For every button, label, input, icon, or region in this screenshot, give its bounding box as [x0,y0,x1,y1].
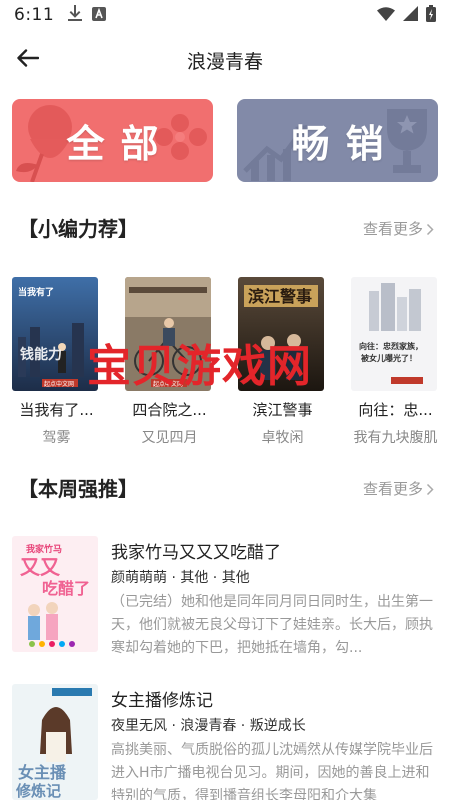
weekly-book-item[interactable]: 我家竹马 又又 吃醋了 我家竹马又又又吃醋了 颜萌萌萌 · 其他 · 其他 （已… [0,536,450,671]
editor-book-card[interactable]: 当我有了 钱能力 起点中文网 当我有了... 驾雾 [9,277,99,452]
download-icon [68,5,83,25]
svg-text:起点中文网: 起点中文网 [44,380,74,388]
category-bestseller-label: 畅销 [291,122,400,166]
book-description: 高挑美丽、气质脱俗的孤儿沈嫣然从传媒学院毕业后进入H市广播电视台见习。期间，因她… [111,742,433,800]
book-meta: 颜萌萌萌 · 其他 · 其他 [111,570,250,586]
book-author: 卓牧闲 [261,430,304,446]
status-bar: 6:11 [0,0,450,30]
category-all-button[interactable]: 全部 [12,99,213,182]
editor-book-card[interactable]: 向往：忠烈家族， 被女儿曝光了！ 向往：忠... 我有九块腹肌 [348,277,438,452]
category-bestseller-button[interactable]: 畅销 [237,99,438,182]
book-author: 驾雾 [42,430,71,446]
book-title: 女主播修炼记 [111,691,213,711]
book-cover: 女主播 修炼记 [12,684,98,800]
weekly-book-item[interactable]: 女主播 修炼记 女主播修炼记 夜里无风 · 浪漫青春 · 叛逆成长 高挑美丽、气… [0,684,450,800]
svg-text:钱能力: 钱能力 [20,346,62,363]
svg-text:我家竹马: 我家竹马 [26,543,62,555]
book-cover: 当我有了 钱能力 起点中文网 [12,277,98,391]
weekly-section-title: 【本周强推】 [18,477,138,501]
svg-text:吃醋了: 吃醋了 [42,579,90,598]
a-badge-icon [92,6,107,25]
book-title: 向往：忠... [358,401,433,419]
book-cover: 我家竹马 又又 吃醋了 [12,536,98,652]
battery-icon [426,4,436,26]
chevron-right-icon [426,483,434,495]
back-button[interactable] [12,44,44,76]
svg-text:修炼记: 修炼记 [15,782,61,800]
book-title: 滨江警事 [252,401,313,419]
book-cover: 向往：忠烈家族， 被女儿曝光了！ [351,277,437,391]
app-bar: 浪漫青春 [0,38,450,82]
status-time: 6:11 [14,5,55,25]
editor-more-link[interactable]: 查看更多 [363,214,434,244]
book-title: 我家竹马又又又吃醋了 [111,543,281,563]
svg-text:滨江警事: 滨江警事 [248,287,312,306]
book-author: 我有九块腹肌 [353,430,438,446]
svg-text:又又: 又又 [20,555,61,579]
page-title: 浪漫青春 [186,50,263,73]
wifi-icon [377,6,395,25]
svg-text:被女儿曝光了！: 被女儿曝光了！ [361,353,417,363]
book-title: 当我有了... [19,401,94,419]
watermark: 宝贝游戏网 [87,341,312,392]
back-arrow-icon [17,49,40,71]
book-title: 四合院之... [132,401,207,419]
book-meta: 夜里无风 · 浪漫青春 · 叛逆成长 [111,718,306,734]
editor-section-header: 【小编力荐】 查看更多 [0,214,450,244]
category-all-label: 全部 [66,122,175,166]
weekly-more-link[interactable]: 查看更多 [363,474,434,504]
svg-text:女主播: 女主播 [18,763,67,782]
svg-text:向往：忠烈家族，: 向往：忠烈家族， [359,341,423,351]
chevron-right-icon [426,223,434,235]
weekly-section-header: 【本周强推】 查看更多 [0,474,450,504]
signal-icon [403,5,418,25]
editor-section-title: 【小编力荐】 [18,217,138,241]
book-author: 又见四月 [141,430,198,446]
book-description: （已完结）她和他是同年同月同日同时生，出生第一天，他们就被无良父母订下了娃娃亲。… [111,594,433,656]
svg-text:当我有了: 当我有了 [18,286,54,298]
